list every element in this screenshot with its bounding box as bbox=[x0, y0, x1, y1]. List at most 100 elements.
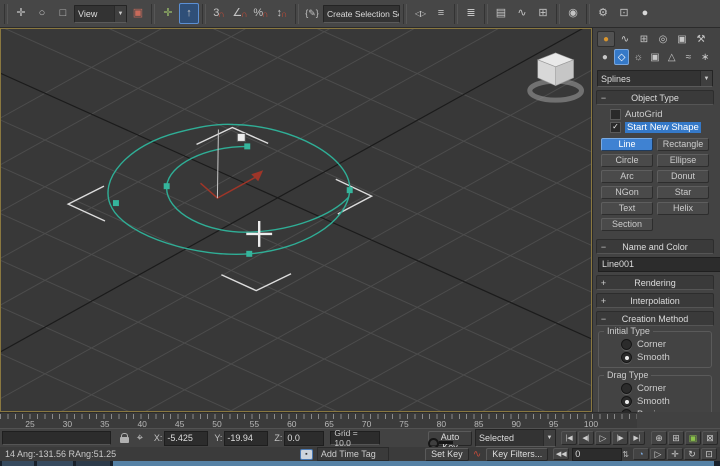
ngon-button[interactable]: NGon bbox=[601, 186, 653, 199]
absolute-mode-button[interactable]: ⌖ bbox=[132, 430, 148, 446]
drag-smooth-radio[interactable] bbox=[621, 396, 632, 407]
y-coordinate-field[interactable] bbox=[224, 431, 268, 446]
tab-display[interactable]: ▣ bbox=[673, 31, 691, 47]
perspective-viewport[interactable] bbox=[0, 28, 592, 412]
tab-utilities[interactable]: ⚒ bbox=[692, 31, 710, 47]
line-button[interactable]: Line bbox=[601, 138, 653, 151]
material-editor-button[interactable]: ◉ bbox=[563, 3, 583, 24]
zoom-extents-button[interactable]: ▣ bbox=[685, 431, 701, 445]
strip-segment bbox=[76, 461, 110, 466]
rollout-interpolation: + Interpolation bbox=[596, 293, 714, 308]
star-button[interactable]: Star bbox=[657, 186, 709, 199]
render-setup-button[interactable]: ⚙ bbox=[593, 3, 613, 24]
selection-lock-button[interactable] bbox=[118, 430, 132, 446]
reference-coordinate-dropdown[interactable]: View ▼ bbox=[74, 5, 127, 23]
object-name-field[interactable] bbox=[598, 257, 720, 272]
rollout-header-creation-method[interactable]: − Creation Method bbox=[596, 311, 714, 326]
spinner-snap-button[interactable]: ↕∩ bbox=[272, 3, 292, 24]
category-geometry[interactable]: ● bbox=[597, 49, 613, 65]
track-selection-field[interactable] bbox=[2, 431, 111, 445]
schematic-view-button[interactable]: ⊞ bbox=[533, 3, 553, 24]
category-space-warps[interactable]: ≈ bbox=[681, 49, 697, 65]
tab-motion[interactable]: ◎ bbox=[654, 31, 672, 47]
autogrid-checkbox[interactable] bbox=[610, 109, 621, 120]
next-frame-button[interactable]: |▶ bbox=[612, 431, 628, 445]
current-frame-field[interactable] bbox=[572, 448, 622, 461]
keyboard-shortcut-override-button[interactable]: ↑ bbox=[179, 3, 199, 24]
tab-modify[interactable]: ∿ bbox=[616, 31, 634, 47]
drag-corner-radio[interactable] bbox=[621, 383, 632, 394]
category-lights[interactable]: ☼ bbox=[630, 49, 646, 65]
frame-spinner[interactable]: ⇅ bbox=[622, 450, 629, 459]
default-tangents-icon[interactable]: ∿ bbox=[473, 449, 481, 460]
arc-button[interactable]: Arc bbox=[601, 170, 653, 183]
tab-create[interactable]: ● bbox=[597, 31, 615, 47]
3dsmax-window: ✛ ○ □ View ▼ ▣ ✛ ↑ 3∩ ∠∩ %∩ ↕∩ {✎} Creat… bbox=[0, 0, 720, 466]
rollout-header-interpolation[interactable]: + Interpolation bbox=[596, 293, 714, 308]
rollout-header-rendering[interactable]: + Rendering bbox=[596, 275, 714, 290]
section-button[interactable]: Section bbox=[601, 218, 653, 231]
orbit-button[interactable]: ↻ bbox=[684, 448, 700, 460]
curve-editor-button[interactable]: ∿ bbox=[512, 3, 532, 24]
snaps-toggle-button[interactable]: 3∩ bbox=[209, 3, 229, 24]
z-coordinate-field[interactable] bbox=[284, 431, 324, 446]
key-mode-toggle-button[interactable]: ◀◀ bbox=[553, 448, 569, 460]
select-and-scale-button[interactable]: □ bbox=[53, 3, 73, 24]
zoom-extents-all-button[interactable]: ⊠ bbox=[702, 431, 718, 445]
edit-named-selection-sets-icon: {✎} bbox=[305, 9, 319, 18]
select-and-move-button[interactable]: ✛ bbox=[11, 3, 31, 24]
category-cameras[interactable]: ▣ bbox=[647, 49, 663, 65]
layer-manager-button[interactable]: ≣ bbox=[461, 3, 481, 24]
start-new-shape-checkbox[interactable]: ✓ bbox=[610, 122, 621, 133]
initial-smooth-radio[interactable] bbox=[621, 352, 632, 363]
zoom-region-button[interactable]: ▷ bbox=[650, 448, 666, 460]
key-mode-toggle-icon: ◀◀ bbox=[556, 450, 567, 458]
helix-button[interactable]: Helix bbox=[657, 202, 709, 215]
rectangle-button[interactable]: Rectangle bbox=[657, 138, 709, 151]
first-vertex-marker[interactable] bbox=[237, 133, 245, 141]
ellipse-button[interactable]: Ellipse bbox=[657, 154, 709, 167]
donut-button[interactable]: Donut bbox=[657, 170, 709, 183]
select-and-rotate-button[interactable]: ○ bbox=[32, 3, 52, 24]
rendered-frame-window-button[interactable]: ⊡ bbox=[614, 3, 634, 24]
percent-snap-button[interactable]: %∩ bbox=[251, 3, 271, 24]
viewport-canvas[interactable] bbox=[1, 29, 591, 411]
previous-frame-button[interactable]: ◀| bbox=[578, 431, 594, 445]
timeline-ruler[interactable]: 253035404550556065707580859095100 bbox=[0, 412, 637, 428]
maximize-viewport-button[interactable]: ⊡ bbox=[701, 448, 717, 460]
zoom-button[interactable]: ⊕ bbox=[651, 431, 667, 445]
named-selection-set-combo[interactable]: Create Selection Se ▼ bbox=[323, 5, 400, 23]
mirror-button[interactable]: ◁▷ bbox=[410, 3, 430, 24]
x-coordinate-field[interactable] bbox=[164, 431, 208, 446]
pan-button[interactable]: ✛ bbox=[667, 448, 683, 460]
scene-explorer-button[interactable]: ▤ bbox=[491, 3, 511, 24]
category-shapes[interactable]: ◇ bbox=[614, 49, 630, 65]
rollout-header-name-and-color[interactable]: − Name and Color bbox=[596, 239, 714, 254]
create-icon: ● bbox=[603, 34, 609, 45]
shape-category-dropdown[interactable]: Splines ▼ bbox=[597, 70, 713, 87]
key-mode-dropdown[interactable]: Selected ▼ bbox=[475, 429, 556, 447]
circle-button[interactable]: Circle bbox=[601, 154, 653, 167]
time-configuration-button[interactable]: ◔ bbox=[633, 448, 649, 460]
play-button[interactable]: ▷ bbox=[595, 431, 611, 445]
category-helpers[interactable]: △ bbox=[664, 49, 680, 65]
key-filters-button[interactable]: Key Filters... bbox=[486, 448, 548, 461]
go-to-start-button[interactable]: |◀ bbox=[561, 431, 577, 445]
zoom-all-button[interactable]: ⊞ bbox=[668, 431, 684, 445]
text-button[interactable]: Text bbox=[601, 202, 653, 215]
go-to-end-button[interactable]: ▶| bbox=[629, 431, 645, 445]
render-production-button[interactable]: ● bbox=[635, 3, 655, 24]
select-and-manipulate-button[interactable]: ✛ bbox=[158, 3, 178, 24]
align-button[interactable]: ≡ bbox=[431, 3, 451, 24]
set-key-button[interactable]: Set Key bbox=[425, 448, 469, 461]
category-systems[interactable]: ∗ bbox=[697, 49, 713, 65]
initial-corner-radio[interactable] bbox=[621, 339, 632, 350]
use-center-button[interactable]: ▣ bbox=[128, 3, 148, 24]
angle-snap-button[interactable]: ∠∩ bbox=[230, 3, 250, 24]
edit-named-selection-sets-button[interactable]: {✎} bbox=[302, 3, 322, 24]
systems-icon: ∗ bbox=[701, 52, 709, 63]
listener-toggle-icon[interactable]: ▪ bbox=[300, 449, 313, 460]
rollout-header-object-type[interactable]: − Object Type bbox=[596, 90, 714, 105]
add-time-tag[interactable]: Add Time Tag bbox=[317, 447, 389, 461]
tab-hierarchy[interactable]: ⊞ bbox=[635, 31, 653, 47]
